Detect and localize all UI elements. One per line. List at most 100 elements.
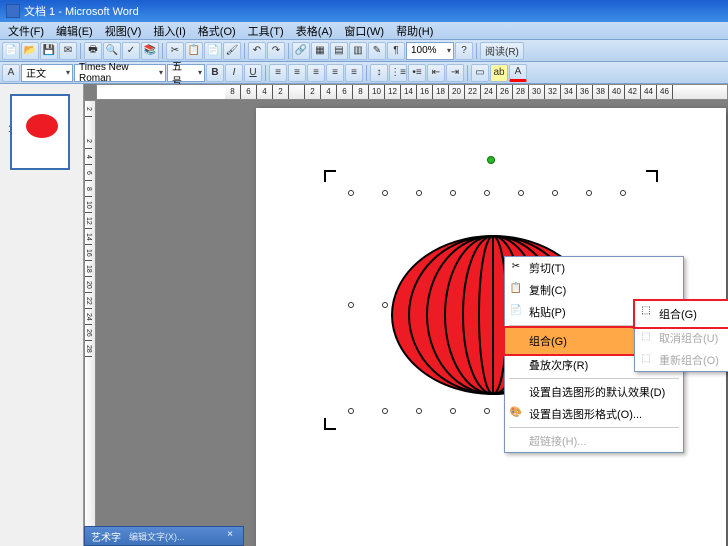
resize-handle[interactable] bbox=[552, 190, 558, 196]
columns-button[interactable]: ▥ bbox=[349, 42, 367, 60]
ruler-tick: 22 bbox=[465, 85, 481, 99]
numbering-button[interactable]: ⋮≡ bbox=[389, 64, 407, 82]
ctx-sub-group-label: 组合(G) bbox=[659, 309, 697, 321]
research-button[interactable]: 📚 bbox=[141, 42, 159, 60]
menu-edit[interactable]: 编辑(E) bbox=[50, 23, 99, 39]
undo-button[interactable]: ↶ bbox=[248, 42, 266, 60]
horizontal-ruler[interactable]: 8642246810121416182022242628303234363840… bbox=[96, 84, 728, 100]
ruler-tick: 12 bbox=[385, 85, 401, 99]
print-button[interactable]: 🖶 bbox=[84, 42, 102, 60]
redo-button[interactable]: ↷ bbox=[267, 42, 285, 60]
zoom-combo[interactable]: 100% bbox=[406, 42, 454, 60]
save-button[interactable]: 💾 bbox=[40, 42, 58, 60]
preview-button[interactable]: 🔍 bbox=[103, 42, 121, 60]
align-left-button[interactable]: ≡ bbox=[269, 64, 287, 82]
ctx-sub-group[interactable]: ⬚组合(G) bbox=[633, 299, 728, 329]
size-combo[interactable]: 五号 bbox=[167, 64, 205, 82]
hyperlink-button[interactable]: 🔗 bbox=[292, 42, 310, 60]
rotate-handle[interactable] bbox=[487, 156, 495, 164]
format-painter-button[interactable]: 🖌 bbox=[223, 42, 241, 60]
separator bbox=[509, 378, 679, 379]
ctx-set-default[interactable]: 设置自选图形的默认效果(D) bbox=[505, 381, 683, 403]
wordart-edit-text[interactable]: 编辑文字(X)... bbox=[129, 530, 185, 543]
resize-handle[interactable] bbox=[518, 190, 524, 196]
font-color-button[interactable]: A bbox=[509, 64, 527, 82]
resize-handle[interactable] bbox=[382, 408, 388, 414]
menu-table[interactable]: 表格(A) bbox=[290, 23, 339, 39]
paste-button[interactable]: 📄 bbox=[204, 42, 222, 60]
docmap-button[interactable]: ¶ bbox=[387, 42, 405, 60]
align-center-button[interactable]: ≡ bbox=[288, 64, 306, 82]
open-button[interactable]: 📂 bbox=[21, 42, 39, 60]
style-combo[interactable]: 正文 bbox=[21, 64, 73, 82]
indent-inc-button[interactable]: ⇥ bbox=[446, 64, 464, 82]
drawing-button[interactable]: ✎ bbox=[368, 42, 386, 60]
resize-handle[interactable] bbox=[416, 190, 422, 196]
resize-handle[interactable] bbox=[382, 302, 388, 308]
resize-handle[interactable] bbox=[586, 190, 592, 196]
styles-button[interactable]: A bbox=[2, 64, 20, 82]
line-spacing-button[interactable]: ↕ bbox=[370, 64, 388, 82]
ruler-tick: 30 bbox=[529, 85, 545, 99]
highlight-button[interactable]: ab bbox=[490, 64, 508, 82]
bullets-button[interactable]: •≡ bbox=[408, 64, 426, 82]
resize-handle[interactable] bbox=[416, 408, 422, 414]
ctx-sub-ungroup-label: 取消组合(U) bbox=[659, 333, 718, 345]
copy-icon: 📋 bbox=[509, 283, 523, 295]
table-button[interactable]: ▦ bbox=[311, 42, 329, 60]
mail-button[interactable]: ✉ bbox=[59, 42, 77, 60]
separator bbox=[162, 43, 163, 59]
distribute-button[interactable]: ≡ bbox=[345, 64, 363, 82]
thumbnail-page-1[interactable] bbox=[10, 94, 70, 170]
ruler-tick: 42 bbox=[625, 85, 641, 99]
ruler-tick: 24 bbox=[85, 309, 92, 325]
ctx-copy[interactable]: 📋复制(C) bbox=[505, 279, 683, 301]
help-button[interactable]: ? bbox=[455, 42, 473, 60]
bold-button[interactable]: B bbox=[206, 64, 224, 82]
resize-handle[interactable] bbox=[348, 302, 354, 308]
regroup-icon: ⬚ bbox=[639, 353, 653, 365]
read-button[interactable]: 阅读(R) bbox=[480, 42, 524, 60]
ctx-set-default-label: 设置自选图形的默认效果(D) bbox=[529, 387, 665, 399]
align-right-button[interactable]: ≡ bbox=[307, 64, 325, 82]
ruler-tick: 20 bbox=[85, 277, 92, 293]
separator bbox=[288, 43, 289, 59]
ruler-tick: 18 bbox=[85, 261, 92, 277]
ctx-cut[interactable]: ✂剪切(T) bbox=[505, 257, 683, 279]
wordart-toolbar[interactable]: 艺术字 编辑文字(X)... × bbox=[84, 526, 244, 546]
ruler-tick: 6 bbox=[337, 85, 353, 99]
ruler-tick: 8 bbox=[85, 181, 92, 197]
spell-button[interactable]: ✓ bbox=[122, 42, 140, 60]
resize-handle[interactable] bbox=[348, 190, 354, 196]
vertical-ruler[interactable]: 2246810121416182022242628 bbox=[84, 100, 96, 546]
underline-button[interactable]: U bbox=[244, 64, 262, 82]
separator bbox=[467, 65, 468, 81]
wordart-title: 艺术字 bbox=[91, 529, 121, 544]
resize-handle[interactable] bbox=[450, 190, 456, 196]
menu-tools[interactable]: 工具(T) bbox=[242, 23, 290, 39]
resize-handle[interactable] bbox=[382, 190, 388, 196]
excel-button[interactable]: ▤ bbox=[330, 42, 348, 60]
italic-button[interactable]: I bbox=[225, 64, 243, 82]
menu-view[interactable]: 视图(V) bbox=[99, 23, 148, 39]
menu-format[interactable]: 格式(O) bbox=[192, 23, 242, 39]
menu-help[interactable]: 帮助(H) bbox=[390, 23, 439, 39]
close-icon[interactable]: × bbox=[223, 529, 237, 543]
indent-dec-button[interactable]: ⇤ bbox=[427, 64, 445, 82]
resize-handle[interactable] bbox=[348, 408, 354, 414]
menu-file[interactable]: 文件(F) bbox=[2, 23, 50, 39]
resize-handle[interactable] bbox=[620, 190, 626, 196]
new-doc-button[interactable]: 📄 bbox=[2, 42, 20, 60]
ctx-format-shape[interactable]: 🎨设置自选图形格式(O)... bbox=[505, 403, 683, 425]
menu-insert[interactable]: 插入(I) bbox=[147, 23, 191, 39]
ruler-tick: 10 bbox=[85, 197, 92, 213]
border-button[interactable]: ▭ bbox=[471, 64, 489, 82]
title-bar: 文档 1 - Microsoft Word bbox=[0, 0, 728, 22]
resize-handle[interactable] bbox=[484, 408, 490, 414]
resize-handle[interactable] bbox=[484, 190, 490, 196]
menu-window[interactable]: 窗口(W) bbox=[338, 23, 390, 39]
justify-button[interactable]: ≡ bbox=[326, 64, 344, 82]
resize-handle[interactable] bbox=[450, 408, 456, 414]
ctx-sub-ungroup: ⬚取消组合(U) bbox=[635, 327, 728, 349]
font-combo[interactable]: Times New Roman bbox=[74, 64, 166, 82]
